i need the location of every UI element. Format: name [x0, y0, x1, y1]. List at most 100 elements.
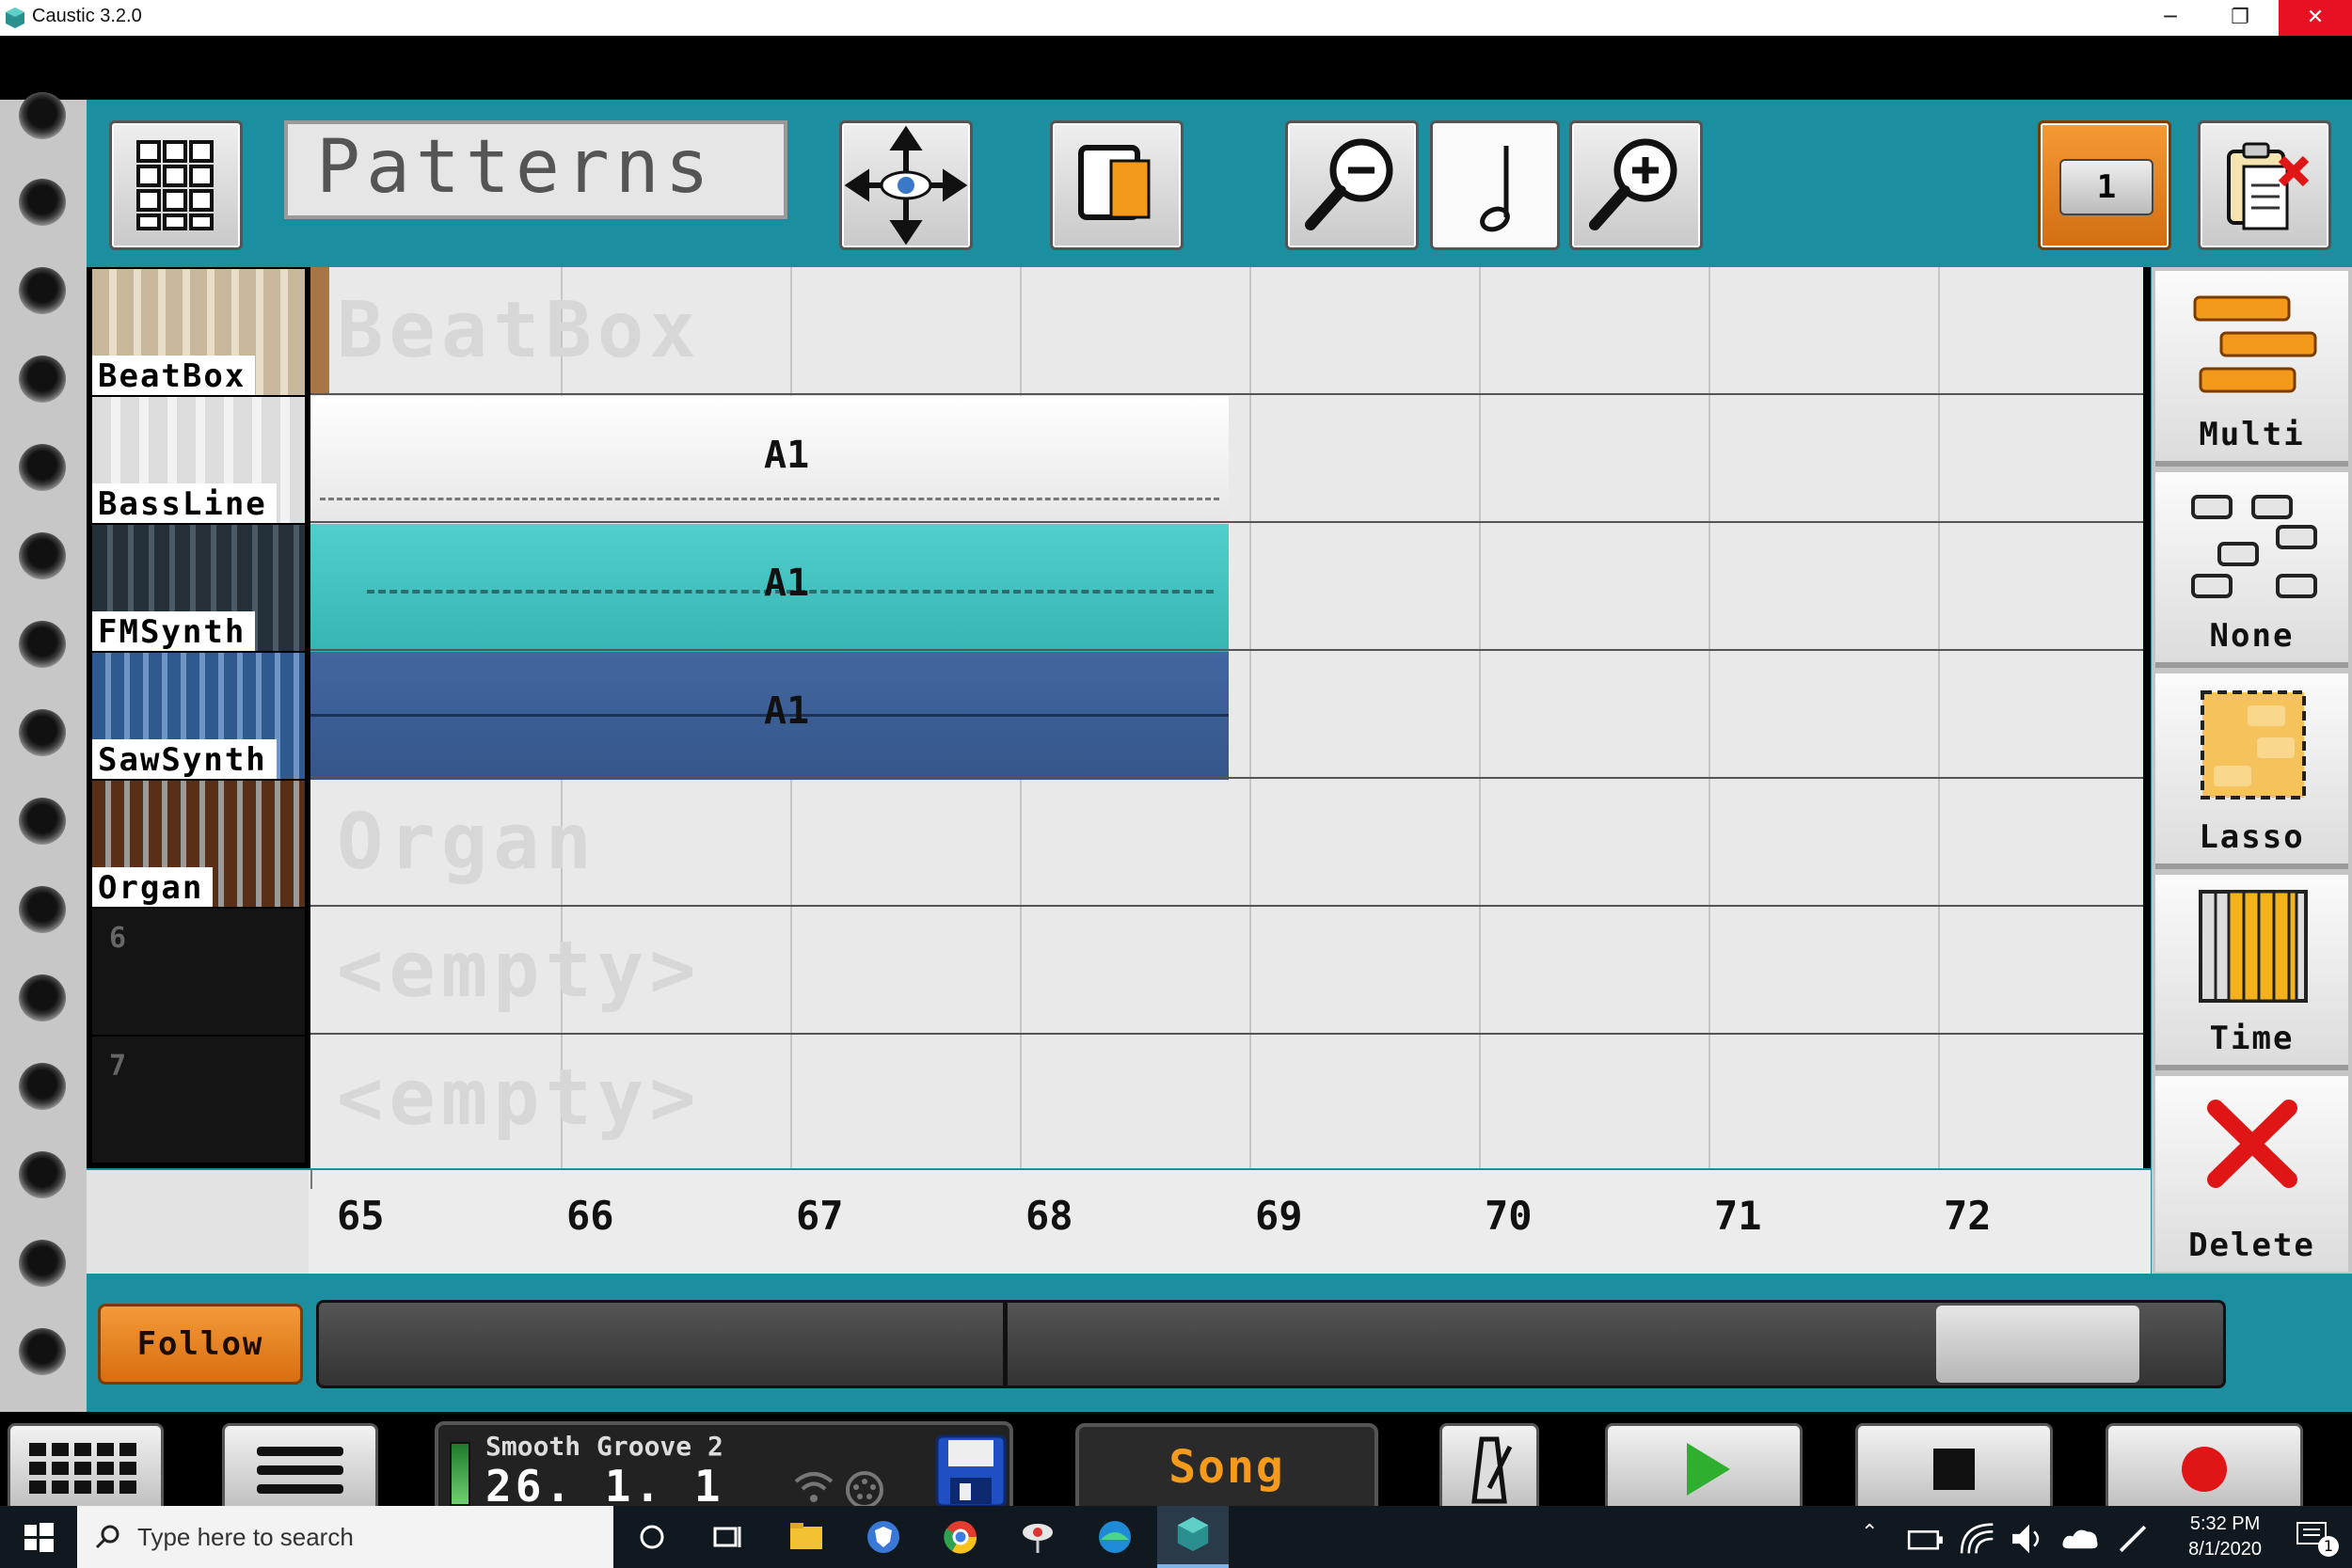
- cortana-icon[interactable]: [630, 1515, 674, 1559]
- zoom-out-button[interactable]: [1285, 120, 1419, 250]
- binding-ring: [19, 709, 66, 756]
- pattern-block-fmsynth[interactable]: A1: [310, 524, 1229, 652]
- track-divider: [310, 393, 2143, 395]
- track-header-sawsynth[interactable]: SawSynth: [92, 653, 305, 779]
- pattern-block-bassline[interactable]: A1: [310, 396, 1229, 524]
- tool-label: Lasso: [2199, 818, 2305, 856]
- pattern-label: A1: [764, 434, 810, 477]
- stop-button[interactable]: [1855, 1423, 2053, 1515]
- notifications-button[interactable]: 1: [2277, 1506, 2352, 1568]
- notification-count-badge: 1: [2318, 1536, 2339, 1557]
- track-divider: [310, 777, 2143, 779]
- track-header-bassline[interactable]: BassLine: [92, 397, 305, 523]
- copy-pattern-button[interactable]: [1050, 120, 1184, 250]
- no-select-button[interactable]: None: [2155, 472, 2348, 668]
- track-header-empty-6[interactable]: 6: [92, 909, 305, 1035]
- chrome-icon[interactable]: [939, 1515, 982, 1559]
- note-preview: [320, 498, 1219, 500]
- move-view-button[interactable]: [839, 120, 973, 250]
- binding-ring: [19, 532, 66, 579]
- track-label: FMSynth: [92, 611, 256, 651]
- tool-label: Time: [2209, 1020, 2295, 1057]
- song-name: Smooth Groove 2: [485, 1431, 723, 1462]
- keypad-icon: [29, 1443, 136, 1494]
- track-header-empty-7[interactable]: 7: [92, 1037, 305, 1163]
- close-button[interactable]: ✕: [2279, 0, 2352, 36]
- binding-ring: [19, 798, 66, 845]
- caustic-taskbar-icon: [1177, 1516, 1209, 1552]
- pen-icon[interactable]: [2111, 1517, 2154, 1560]
- delete-button[interactable]: Delete: [2155, 1076, 2348, 1272]
- delete-icon: [2207, 1100, 2297, 1188]
- keypad-button[interactable]: [8, 1423, 164, 1515]
- onedrive-icon[interactable]: [2058, 1517, 2102, 1560]
- play-icon: [1687, 1443, 1730, 1496]
- copy-pattern-icon: [1078, 145, 1151, 220]
- app-pinned-icon[interactable]: [1016, 1515, 1059, 1559]
- timeline-ruler[interactable]: 65 66 67 68 69 70 71 72: [87, 1170, 2151, 1274]
- level-meter: [450, 1442, 470, 1506]
- time-icon: [2199, 890, 2308, 1003]
- follow-button[interactable]: Follow: [98, 1304, 303, 1385]
- multi-select-button[interactable]: Multi: [2155, 271, 2348, 467]
- song-position: 26. 1. 1: [485, 1461, 724, 1512]
- multi-select-icon: [2193, 295, 2317, 393]
- binding-ring: [19, 179, 66, 226]
- caustic-taskbar-button[interactable]: [1157, 1506, 1229, 1568]
- security-shield-icon[interactable]: [862, 1515, 905, 1559]
- bar-number: 71: [1714, 1193, 1762, 1239]
- play-button[interactable]: [1605, 1423, 1803, 1515]
- selection-tools: Multi None Lasso Time Delete: [2152, 267, 2352, 1274]
- bar-number: 65: [337, 1193, 385, 1239]
- menu-icon: [257, 1447, 343, 1494]
- file-explorer-icon[interactable]: [785, 1515, 828, 1559]
- pattern-label: A1: [764, 562, 810, 605]
- track-header-organ[interactable]: Organ: [92, 781, 305, 907]
- track-number: 7: [109, 1050, 127, 1083]
- restore-button[interactable]: ❐: [2207, 0, 2273, 36]
- save-icon[interactable]: [933, 1433, 1009, 1510]
- time-select-button[interactable]: Time: [2155, 875, 2348, 1070]
- pattern-bank-button[interactable]: 1: [2038, 120, 2171, 250]
- track-header-fmsynth[interactable]: FMSynth: [92, 525, 305, 651]
- network-icon[interactable]: [1957, 1517, 2000, 1560]
- pattern-block-sawsynth[interactable]: A1: [310, 652, 1229, 780]
- note-snap-button[interactable]: [1430, 120, 1560, 250]
- taskbar-clock[interactable]: 5:32 PM 8/1/2020: [2188, 1512, 2262, 1562]
- ruler-tick: [310, 1170, 312, 1189]
- volume-icon[interactable]: [2008, 1517, 2051, 1560]
- bar-number: 66: [566, 1193, 614, 1239]
- track-ghost-label: <empty>: [337, 926, 702, 1015]
- tool-label: Multi: [2199, 416, 2305, 453]
- scrollbar-thumb[interactable]: [1936, 1306, 2139, 1383]
- track-header-beatbox[interactable]: BeatBox: [92, 269, 305, 395]
- binding-ring: [19, 267, 66, 314]
- binding-ring: [19, 444, 66, 491]
- no-select-icon: [2191, 495, 2317, 598]
- clear-clipboard-button[interactable]: [2198, 120, 2331, 250]
- pattern-count-badge: 1: [2059, 159, 2153, 215]
- pattern-grid[interactable]: BeatBox Organ <empty> <empty> A1 A1 A1: [310, 267, 2143, 1168]
- playhead-marker: [1003, 1300, 1008, 1388]
- taskbar-search[interactable]: Type here to search: [77, 1506, 613, 1568]
- metronome-button[interactable]: [1439, 1423, 1539, 1515]
- move-view-icon: [844, 125, 968, 245]
- edge-icon[interactable]: [1093, 1515, 1136, 1559]
- bar-number: 68: [1025, 1193, 1073, 1239]
- rack-grid-button[interactable]: [109, 120, 243, 250]
- main-menu-button[interactable]: [222, 1423, 378, 1515]
- task-view-icon[interactable]: [706, 1515, 749, 1559]
- record-button[interactable]: [2106, 1423, 2303, 1515]
- battery-icon[interactable]: [1904, 1517, 1947, 1560]
- windows-start-icon[interactable]: [17, 1515, 60, 1559]
- zoom-in-button[interactable]: [1569, 120, 1703, 250]
- track-label: BassLine: [92, 483, 277, 523]
- bar-number: 70: [1485, 1193, 1533, 1239]
- tool-label: Delete: [2188, 1227, 2315, 1264]
- lasso-button[interactable]: Lasso: [2155, 673, 2348, 869]
- song-mode-toggle[interactable]: Song: [1075, 1423, 1378, 1513]
- stop-icon: [1933, 1449, 1975, 1490]
- minimize-button[interactable]: ─: [2137, 0, 2203, 36]
- windows-taskbar: Type here to search ⌃ 5:32 PM 8/1/2020 1: [0, 1506, 2352, 1568]
- tray-chevron-icon[interactable]: ⌃: [1861, 1521, 1878, 1544]
